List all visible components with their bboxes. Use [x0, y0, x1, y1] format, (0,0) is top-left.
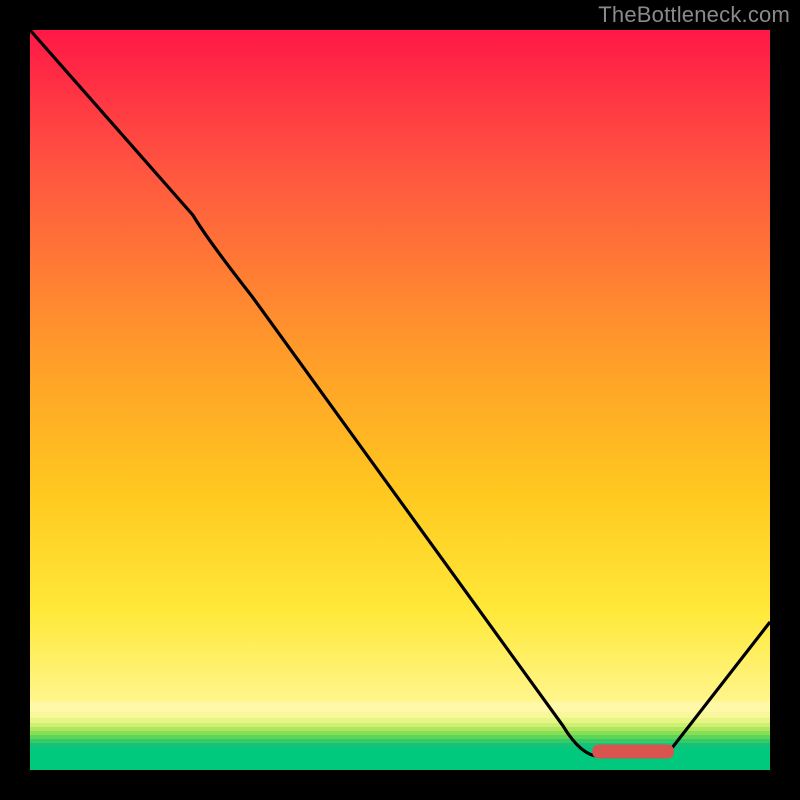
bottom-bands — [30, 702, 770, 770]
chart-container: TheBottleneck.com — [0, 0, 800, 800]
heat-gradient — [30, 30, 770, 740]
optimal-marker — [592, 745, 673, 759]
bottleneck-chart — [30, 30, 770, 770]
watermark-text: TheBottleneck.com — [598, 2, 790, 28]
